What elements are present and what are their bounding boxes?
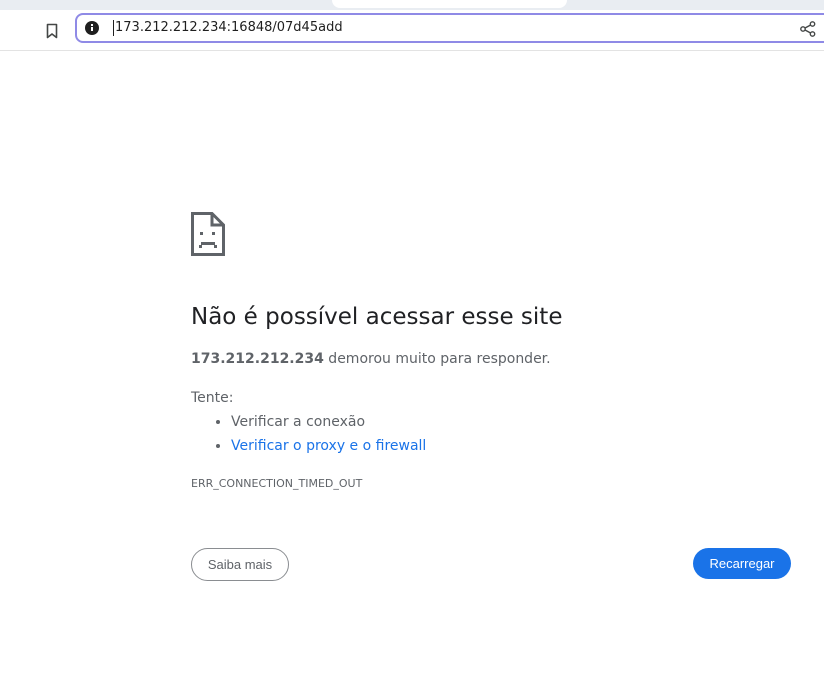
sad-page-icon [191, 212, 225, 256]
active-tab[interactable] [332, 0, 567, 8]
address-bar[interactable]: 173.212.212.234:16848/07d45add [75, 13, 824, 43]
url-text[interactable]: 173.212.212.234:16848/07d45add [115, 19, 343, 37]
text-caret [113, 20, 114, 36]
error-code: ERR_CONNECTION_TIMED_OUT [191, 477, 363, 490]
reload-button[interactable]: Recarregar [693, 548, 791, 579]
error-summary: 173.212.212.234 demorou muito para respo… [191, 349, 551, 369]
summary-host: 173.212.212.234 [191, 351, 324, 367]
tab-strip [0, 0, 824, 10]
suggestion-check-connection: Verificar a conexão [231, 414, 366, 430]
suggestion-proxy-firewall-link[interactable]: Verificar o proxy e o firewall [231, 438, 426, 454]
error-title: Não é possível acessar esse site [191, 304, 563, 330]
bookmark-icon [46, 23, 58, 39]
info-icon[interactable] [85, 21, 99, 35]
details-button[interactable]: Saiba mais [191, 548, 289, 581]
suggestion-item: Verificar a conexão [231, 410, 426, 434]
suggestion-item: Verificar o proxy e o firewall [231, 434, 426, 458]
browser-toolbar: 173.212.212.234:16848/07d45add [0, 10, 824, 51]
bookmark-button[interactable] [40, 19, 64, 43]
summary-text: demorou muito para responder. [323, 351, 551, 367]
share-icon[interactable] [799, 20, 817, 38]
suggestions-heading: Tente: [191, 390, 234, 406]
suggestions-list: Verificar a conexão Verificar o proxy e … [191, 410, 426, 458]
